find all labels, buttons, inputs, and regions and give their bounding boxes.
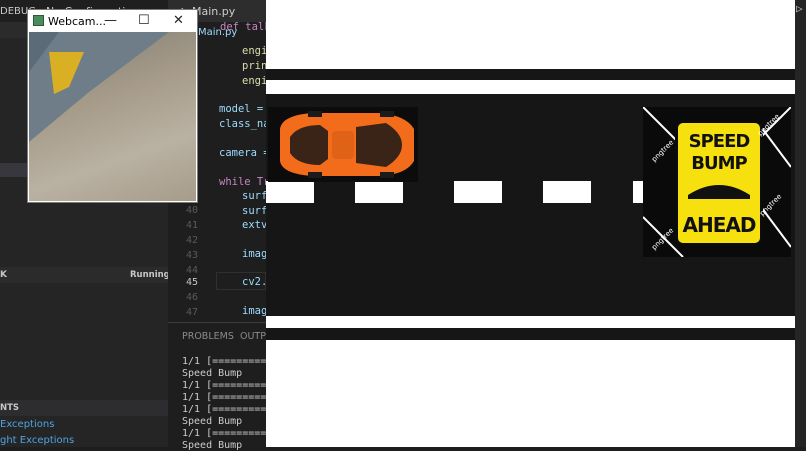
code-line: def talk — [220, 21, 271, 33]
lane-dash — [266, 181, 314, 203]
tab-main-py[interactable]: Main.py — [192, 5, 235, 18]
terminal-line: Speed Bump — [182, 416, 243, 427]
app-icon — [33, 15, 44, 26]
bump-symbol-icon — [688, 185, 750, 199]
line-number: 44 — [185, 265, 198, 276]
callstack-header[interactable]: K Running — [0, 267, 170, 283]
minimize-button[interactable]: — — [104, 13, 117, 28]
terminal-line: Speed Bump — [182, 368, 243, 379]
code-line: engi — [242, 75, 268, 87]
speed-bump-sign-image: SPEED BUMP AHEAD pngtree pngtree pngtree… — [643, 107, 791, 257]
road-bottom-band — [266, 328, 795, 340]
line-number-current: 45 — [185, 277, 198, 288]
line-number: 40 — [185, 205, 198, 216]
right-activity-strip: ▷ — [795, 0, 806, 447]
lane-dash — [454, 181, 502, 203]
maximize-button[interactable]: ☐ — [138, 13, 150, 28]
close-button[interactable]: ✕ — [173, 13, 184, 28]
breakpoints-header[interactable]: NTS — [0, 400, 168, 416]
line-number: 46 — [185, 292, 198, 303]
sign-panel: SPEED BUMP AHEAD — [675, 120, 763, 246]
run-icon[interactable]: ▷ — [796, 2, 803, 15]
sign-line-ahead: AHEAD — [682, 213, 757, 237]
sign-line-speed: SPEED — [688, 131, 751, 152]
webcam-feed — [29, 32, 196, 201]
line-number: 42 — [185, 235, 198, 246]
webcam-titlebar[interactable]: Webcam... — ☐ ✕ — [28, 10, 197, 32]
code-line: prin — [242, 60, 268, 72]
sign-line-bump: BUMP — [691, 153, 747, 174]
terminal-line: 1/1 [========== — [182, 392, 273, 403]
code-line: engi — [242, 45, 268, 57]
simulation-window: SPEED BUMP AHEAD pngtree pngtree pngtree… — [266, 0, 795, 447]
lane-dash — [543, 181, 591, 203]
terminal-line: 1/1 [========== — [182, 404, 273, 415]
breakpoint-raised-exceptions[interactable]: Exceptions — [0, 419, 54, 430]
code-line: model = — [219, 103, 270, 115]
terminal-line: Speed Bump — [182, 440, 243, 451]
webcam-title: Webcam... — [48, 15, 106, 28]
webcam-window[interactable]: Webcam... — ☐ ✕ — [28, 10, 197, 202]
camera-frame-image — [29, 32, 169, 142]
car-image — [268, 107, 418, 182]
sports-car-icon — [280, 111, 414, 178]
lane-dash — [355, 181, 403, 203]
callstack-label: K — [0, 270, 7, 280]
line-number: 43 — [185, 250, 198, 261]
line-number: 41 — [185, 220, 198, 231]
breakpoint-uncaught-exceptions[interactable]: ght Exceptions — [0, 435, 74, 446]
line-number: 47 — [185, 307, 198, 318]
tab-problems[interactable]: PROBLEMS — [182, 331, 234, 342]
terminal-line: 1/1 [========== — [182, 380, 273, 391]
road-top-band — [266, 69, 795, 80]
terminal-line: 1/1 [========== — [182, 356, 273, 367]
breakpoints-label: NTS — [0, 403, 20, 413]
status-running: Running — [130, 270, 170, 280]
terminal-line: 1/1 [========== — [182, 428, 273, 439]
